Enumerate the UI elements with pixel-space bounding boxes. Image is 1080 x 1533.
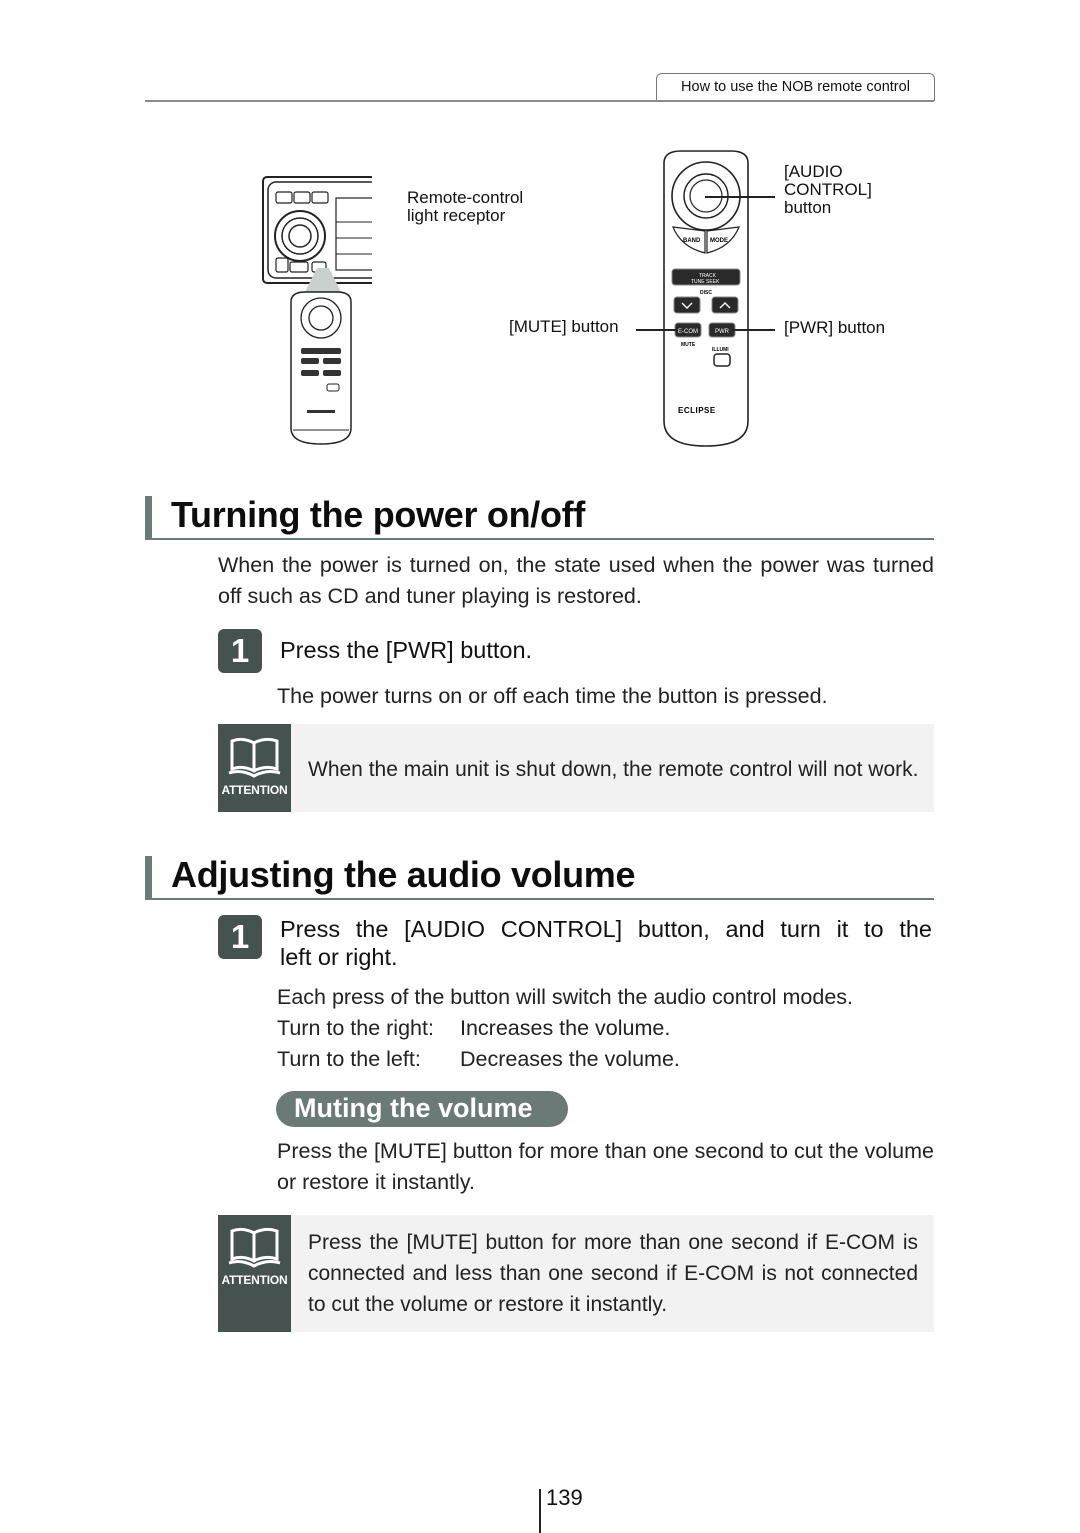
svg-text:BAND: BAND: [683, 238, 701, 244]
open-book-icon: [228, 1227, 281, 1268]
step-detail: The power turns on or off each time the …: [277, 684, 828, 708]
remote-control-small-icon: [290, 291, 352, 445]
detail-row-left: Turn to the left: Decreases the volume.: [277, 1044, 937, 1075]
callout-line: CONTROL]: [784, 180, 872, 199]
step-number-badge: 1: [218, 629, 262, 673]
attention-label: ATTENTION: [221, 1273, 288, 1287]
section-heading-volume: Adjusting the audio volume: [145, 854, 934, 900]
section-title: Adjusting the audio volume: [171, 854, 636, 895]
section-heading-power: Turning the power on/off: [145, 494, 934, 540]
volume-details: Each press of the button will switch the…: [277, 982, 937, 1075]
attention-box: ATTENTION Press the [MUTE] button for mo…: [218, 1215, 934, 1332]
remote-control-icon: BAND MODE TRACK TUNE SEEK DISC E-COM PWR…: [663, 150, 749, 447]
open-book-icon: [228, 737, 281, 778]
detail-description: Increases the volume.: [460, 1016, 671, 1040]
svg-text:E-COM: E-COM: [678, 329, 698, 335]
header-rule: [145, 100, 934, 102]
detail-row-right: Turn to the right: Increases the volume.: [277, 1013, 937, 1044]
page-number-rule: [539, 1489, 541, 1533]
audio-control-callout: [AUDIO CONTROL] button: [784, 163, 872, 217]
svg-text:TUNE SEEK: TUNE SEEK: [691, 279, 720, 285]
attention-text: When the main unit is shut down, the rem…: [308, 758, 919, 781]
svg-text:PWR: PWR: [715, 329, 730, 335]
step-number-badge: 1: [218, 915, 262, 959]
callout-line: light receptor: [407, 206, 506, 225]
page-number: 139: [546, 1485, 583, 1510]
power-intro-text: When the power is turned on, the state u…: [218, 553, 934, 608]
pwr-callout: [PWR] button: [784, 318, 886, 337]
mute-callout: [MUTE] button: [509, 317, 619, 336]
attention-icon-column: ATTENTION: [218, 1215, 291, 1332]
section-title: Turning the power on/off: [171, 494, 586, 535]
step-instruction: Press the [AUDIO CONTROL] button, and tu…: [280, 915, 932, 971]
detail-line: Each press of the button will switch the…: [277, 985, 854, 1009]
svg-text:DISC: DISC: [700, 290, 712, 296]
attention-box: ATTENTION When the main unit is shut dow…: [218, 724, 934, 812]
step-instruction-line: left or right.: [280, 944, 398, 970]
detail-description: Decreases the volume.: [460, 1047, 680, 1071]
detail-term: Turn to the left:: [277, 1047, 421, 1071]
subsection-heading-muting: Muting the volume: [276, 1091, 568, 1127]
attention-icon-column: ATTENTION: [218, 724, 291, 812]
chapter-tab: How to use the NOB remote control: [656, 73, 935, 101]
svg-text:ECLIPSE: ECLIPSE: [678, 406, 716, 415]
detail-term: Turn to the right:: [277, 1016, 434, 1040]
attention-label: ATTENTION: [221, 783, 288, 797]
step-instruction: Press the [PWR] button.: [280, 637, 533, 663]
callout-line: button: [784, 198, 832, 217]
callout-line: [AUDIO: [784, 162, 843, 181]
light-receptor-callout: Remote-control light receptor: [407, 189, 523, 225]
svg-text:MODE: MODE: [710, 238, 728, 244]
small-remote-illustration: [287, 290, 355, 446]
pwr-leader-line: [733, 329, 775, 331]
audio-control-leader-line: [705, 196, 775, 198]
svg-text:MUTE: MUTE: [681, 342, 696, 348]
svg-text:ILLUMI: ILLUMI: [712, 347, 729, 353]
large-remote-illustration: BAND MODE TRACK TUNE SEEK DISC E-COM PWR…: [661, 149, 751, 449]
attention-text: Press the [MUTE] button for more than on…: [308, 1231, 918, 1316]
muting-text: Press the [MUTE] button for more than on…: [277, 1139, 934, 1194]
step-instruction-line: Press the [AUDIO CONTROL] button, and tu…: [280, 916, 932, 942]
callout-line: Remote-control: [407, 188, 524, 207]
mute-leader-line: [636, 329, 678, 331]
